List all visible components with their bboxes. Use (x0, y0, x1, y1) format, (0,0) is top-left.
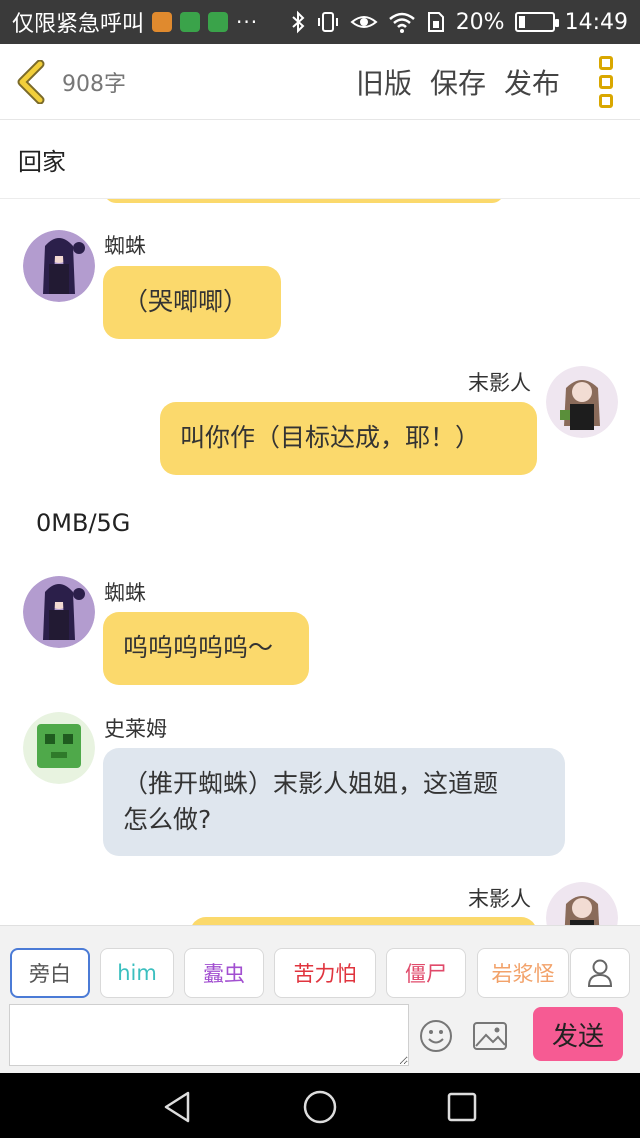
editor-header: 908字 旧版 保存 发布 (0, 44, 640, 120)
character-chip-label: 僵尸 (405, 962, 447, 986)
composer-panel: 旁白 him 蠹虫 苦力怕 僵尸 岩浆怪 发送 (0, 925, 640, 1073)
story-title-text: 回家 (18, 148, 66, 176)
character-selector: 旁白 him 蠹虫 苦力怕 僵尸 岩浆怪 (0, 948, 640, 1000)
status-bar: 仅限紧急呼叫 ··· 20% 14:49 (0, 0, 640, 44)
character-chip-zombie[interactable]: 僵尸 (386, 948, 466, 998)
vibrate-icon (317, 12, 338, 32)
narration-text[interactable]: 0MB/5G (36, 509, 130, 537)
chat-bubble-text-line: 怎么做? (123, 805, 212, 834)
avatar-spider[interactable] (23, 230, 95, 302)
chat-area[interactable]: 蜘蛛 （哭唧唧） 末影人 叫你作（目标达成，耶！） 0MB/5G 蜘蛛 呜呜呜呜… (0, 199, 640, 925)
recents-square-icon[interactable] (442, 1087, 482, 1127)
character-chip-magma-cube[interactable]: 岩浆怪 (477, 948, 569, 998)
sender-name: 史莱姆 (104, 717, 167, 741)
character-chip-label: 蠹虫 (203, 962, 245, 986)
sender-name: 末影人 (468, 887, 531, 911)
app-notification-icon (208, 12, 229, 32)
sim-icon (427, 12, 444, 32)
person-icon (587, 959, 613, 987)
message-input[interactable] (9, 1004, 409, 1066)
battery-icon (514, 12, 559, 32)
story-title[interactable]: 回家 (0, 121, 640, 199)
chat-bubble[interactable]: 呜呜呜呜呜～ (103, 612, 309, 685)
word-count: 908字 (62, 71, 126, 97)
character-chip-label: 旁白 (29, 962, 71, 986)
old-version-button[interactable]: 旧版 (356, 62, 412, 102)
eye-icon (350, 16, 378, 28)
chat-bubble-text: 叫你作（目标达成，耶！） (180, 423, 481, 453)
more-vertical-icon[interactable] (592, 56, 620, 108)
avatar-enderman[interactable] (546, 366, 618, 438)
sender-name: 末影人 (468, 371, 531, 395)
save-button[interactable]: 保存 (430, 62, 486, 102)
more-notifications-icon: ··· (236, 10, 259, 34)
character-chip-label: 苦力怕 (293, 962, 357, 986)
app-notification-icon (152, 12, 173, 32)
avatar-slime[interactable] (23, 712, 95, 784)
carrier-text: 仅限紧急呼叫 (12, 12, 145, 37)
chat-bubble[interactable] (190, 917, 537, 925)
send-button[interactable]: 发送 (533, 1007, 623, 1061)
character-chip-label: him (117, 961, 157, 985)
back-button[interactable] (4, 44, 58, 120)
home-circle-icon[interactable] (300, 1087, 340, 1127)
publish-button[interactable]: 发布 (504, 62, 560, 102)
avatar-enderman[interactable] (546, 882, 618, 925)
avatar-spider[interactable] (23, 576, 95, 648)
sender-name: 蜘蛛 (104, 234, 146, 258)
battery-percent: 20% (455, 9, 505, 35)
chat-bubble-partial[interactable] (104, 199, 504, 203)
bluetooth-icon (292, 10, 305, 34)
chat-bubble-text-line: （推开蜘蛛）末影人姐姐，这道题 (123, 768, 499, 798)
character-chip-label: 岩浆怪 (491, 962, 555, 986)
character-manage-button[interactable] (570, 948, 630, 998)
chat-bubble-text: （哭唧唧） (123, 287, 249, 317)
clock: 14:49 (564, 9, 628, 35)
chat-bubble[interactable]: （推开蜘蛛）末影人姐姐，这道题 怎么做? (103, 748, 565, 856)
send-button-label: 发送 (551, 1021, 604, 1052)
back-triangle-icon[interactable] (158, 1087, 198, 1127)
system-navigation-bar (0, 1073, 640, 1138)
character-chip-him[interactable]: him (100, 948, 174, 998)
character-chip-creeper[interactable]: 苦力怕 (274, 948, 376, 998)
sender-name: 蜘蛛 (104, 581, 146, 605)
chat-bubble-text: 呜呜呜呜呜～ (123, 633, 274, 663)
character-chip-silverfish[interactable]: 蠹虫 (184, 948, 264, 998)
image-icon[interactable] (470, 1018, 510, 1054)
chat-bubble[interactable]: （哭唧唧） (103, 266, 281, 339)
app-notification-icon (180, 12, 201, 32)
chevron-left-icon (17, 59, 45, 104)
smiley-icon[interactable] (418, 1018, 454, 1054)
wifi-icon (388, 12, 415, 33)
chat-bubble[interactable]: 叫你作（目标达成，耶！） (160, 402, 537, 475)
character-chip-narrator[interactable]: 旁白 (10, 948, 90, 998)
